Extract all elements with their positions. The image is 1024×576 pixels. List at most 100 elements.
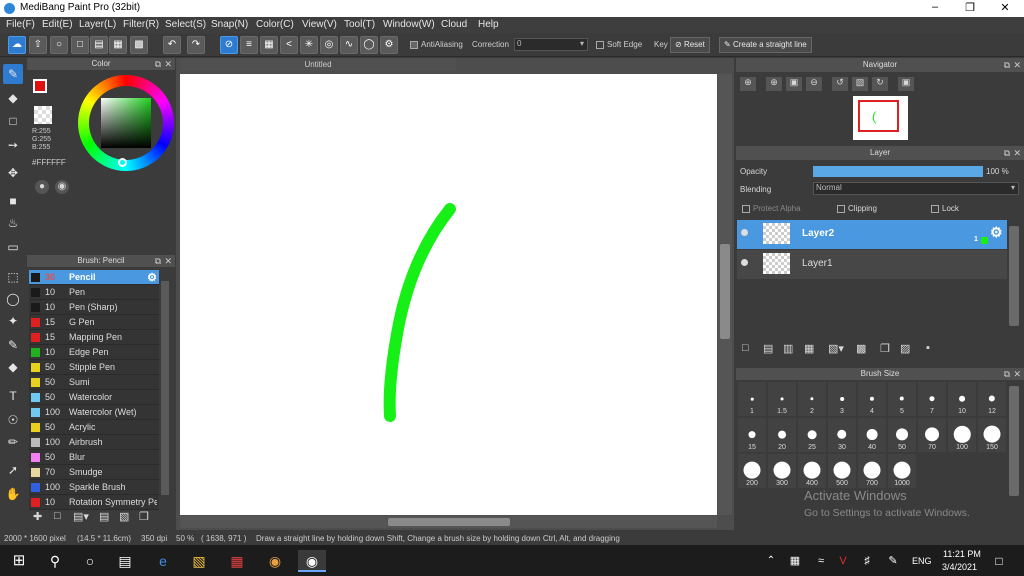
hand-tool-icon[interactable]: ✋ xyxy=(3,484,23,504)
parallel-snap-icon[interactable]: ≡ xyxy=(240,36,258,54)
zoom-out-icon[interactable]: ⊖ xyxy=(806,77,822,91)
undo-icon[interactable]: ↶ xyxy=(163,36,181,54)
eraser-tool-icon[interactable]: ◆ xyxy=(3,88,23,108)
close-panel-icon[interactable]: ✕ xyxy=(1013,368,1021,380)
lock-checkbox[interactable]: Lock xyxy=(931,204,959,213)
brush-size-option[interactable]: 1.5 xyxy=(768,382,796,416)
brush-list-scrollbar[interactable] xyxy=(161,281,169,495)
brush-size-option[interactable]: 30 xyxy=(828,418,856,452)
divide-tool-icon[interactable]: ☉ xyxy=(3,410,23,430)
cross-snap-icon[interactable]: ▦ xyxy=(260,36,278,54)
hue-picker-handle[interactable] xyxy=(118,158,127,167)
layer-settings-gear-icon[interactable]: ⚙ xyxy=(990,224,1003,241)
layer-row-layer2[interactable]: Layer2 1 ⚙ xyxy=(737,220,1007,249)
brush-size-option[interactable]: 300 xyxy=(768,454,796,488)
zoom-in-icon[interactable]: ⊕ xyxy=(766,77,782,91)
store-icon[interactable]: ▦ xyxy=(226,550,248,572)
vertical-scroll-thumb[interactable] xyxy=(720,244,730,339)
line-tool-icon[interactable]: ➙ xyxy=(3,135,23,155)
input-language[interactable]: ENG xyxy=(912,556,932,566)
saturation-value-square[interactable] xyxy=(101,98,151,148)
brush-item[interactable]: 50 Acrylic xyxy=(29,420,159,435)
brush-item[interactable]: 15 Mapping Pen xyxy=(29,330,159,345)
select-eraser-tool-icon[interactable]: ◆ xyxy=(3,357,23,377)
notifications-icon[interactable]: □ xyxy=(988,550,1010,572)
comment-icon[interactable]: ○ xyxy=(50,36,68,54)
brush-size-option[interactable]: 3 xyxy=(828,382,856,416)
soft-edge-checkbox[interactable]: Soft Edge xyxy=(596,40,642,49)
network-device-icon[interactable]: ▦ xyxy=(784,550,806,572)
opacity-slider[interactable] xyxy=(813,166,983,177)
pen-input-icon[interactable]: ✎ xyxy=(882,550,904,572)
navigator-preview[interactable]: ( xyxy=(853,96,908,140)
brush-size-option[interactable]: 70 xyxy=(918,418,946,452)
restore-icon[interactable]: ❐ xyxy=(955,1,985,14)
gradation-tool-icon[interactable]: ▭ xyxy=(3,237,23,257)
eyedropper-tool-icon[interactable]: ✏ xyxy=(3,432,23,452)
brush-size-option[interactable]: 150 xyxy=(978,418,1006,452)
dot-tool-icon[interactable]: □ xyxy=(3,111,23,131)
close-panel-icon[interactable]: ✕ xyxy=(164,255,172,267)
brush-size-option[interactable]: 200 xyxy=(738,454,766,488)
brush-folder-icon[interactable]: ▧ xyxy=(119,510,129,523)
paint-app-icon[interactable]: ◉ xyxy=(264,550,286,572)
horizontal-scroll-thumb[interactable] xyxy=(388,518,510,526)
menu-layer[interactable]: Layer(L) xyxy=(79,19,116,30)
fit-window-icon[interactable]: ▣ xyxy=(786,77,802,91)
new-8bit-layer-icon[interactable]: ▥ xyxy=(783,342,793,355)
foreground-color-swatch[interactable] xyxy=(33,79,47,93)
add-layer-menu-icon[interactable]: ▧▾ xyxy=(828,342,844,355)
menu-edit[interactable]: Edit(E) xyxy=(42,19,73,30)
brush-size-option[interactable]: 2 xyxy=(798,382,826,416)
eye-icon[interactable] xyxy=(741,259,748,266)
new-layer-icon[interactable]: □ xyxy=(742,342,749,354)
clock-date[interactable]: 3/4/2021 xyxy=(942,562,977,572)
menu-view[interactable]: View(V) xyxy=(302,19,337,30)
undock-icon[interactable]: ⧉ xyxy=(155,255,161,267)
fill-tool-icon[interactable]: ♨ xyxy=(3,213,23,233)
brush-item[interactable]: 50 Stipple Pen xyxy=(29,360,159,375)
volume-icon[interactable]: ♯ xyxy=(856,550,878,572)
brush-size-option[interactable]: 25 xyxy=(798,418,826,452)
vanishing-point-icon[interactable]: < xyxy=(280,36,298,54)
brush-size-option[interactable]: 20 xyxy=(768,418,796,452)
clipping-checkbox[interactable]: Clipping xyxy=(837,204,877,213)
duplicate-layer-icon[interactable]: ❐ xyxy=(880,342,890,355)
menu-select[interactable]: Select(S) xyxy=(165,19,206,30)
curve-snap-icon[interactable]: ∿ xyxy=(340,36,358,54)
undock-icon[interactable]: ⧉ xyxy=(155,58,161,70)
create-straight-line-button[interactable]: ✎ Create a straight line xyxy=(719,37,812,53)
menu-filter[interactable]: Filter(R) xyxy=(123,19,159,30)
brush-size-option[interactable]: 40 xyxy=(858,418,886,452)
brush-item[interactable]: 30 Pencil ⚙ xyxy=(29,270,159,285)
layer-row-layer1[interactable]: Layer1 xyxy=(737,250,1007,279)
file-explorer-icon[interactable]: ▧ xyxy=(188,550,210,572)
antivirus-icon[interactable]: V xyxy=(832,550,854,572)
windows-start-icon[interactable]: ⊞ xyxy=(8,550,30,572)
flip-horizontal-icon[interactable]: ▣ xyxy=(898,77,914,91)
antialiasing-checkbox[interactable]: AntiAliasing xyxy=(410,40,463,49)
chevron-up-icon[interactable]: ⌃ xyxy=(760,550,782,572)
color-history-icon[interactable]: ◉ xyxy=(55,180,69,194)
blending-select[interactable]: Normal ▾ xyxy=(813,182,1019,195)
operation-tool-icon[interactable]: ➚ xyxy=(3,460,23,480)
brush-item[interactable]: 10 Pen (Sharp) xyxy=(29,300,159,315)
brush-item[interactable]: 50 Blur xyxy=(29,450,159,465)
color-palette-icon[interactable]: ● xyxy=(35,180,49,194)
save-icon[interactable]: ▤ xyxy=(90,36,108,54)
undock-icon[interactable]: ⧉ xyxy=(1004,58,1010,72)
select-tool-icon[interactable]: ⬚ xyxy=(3,267,23,287)
document-tab[interactable]: Untitled xyxy=(180,58,456,71)
canvas[interactable] xyxy=(180,74,717,515)
eye-icon[interactable] xyxy=(741,229,748,236)
navigator-viewport[interactable] xyxy=(858,100,899,132)
lasso-tool-icon[interactable]: ◯ xyxy=(3,289,23,309)
cortana-icon[interactable]: ○ xyxy=(79,550,101,572)
close-panel-icon[interactable]: ✕ xyxy=(1013,146,1021,160)
task-view-icon[interactable]: ▤ xyxy=(114,550,136,572)
brush-item[interactable]: 100 Watercolor (Wet) xyxy=(29,405,159,420)
cloud-icon[interactable]: ☁ xyxy=(8,36,26,54)
brush-tool-icon[interactable]: ✎ xyxy=(3,64,23,84)
text-tool-icon[interactable]: T xyxy=(3,386,23,406)
new-brush-icon[interactable]: □ xyxy=(54,510,61,522)
